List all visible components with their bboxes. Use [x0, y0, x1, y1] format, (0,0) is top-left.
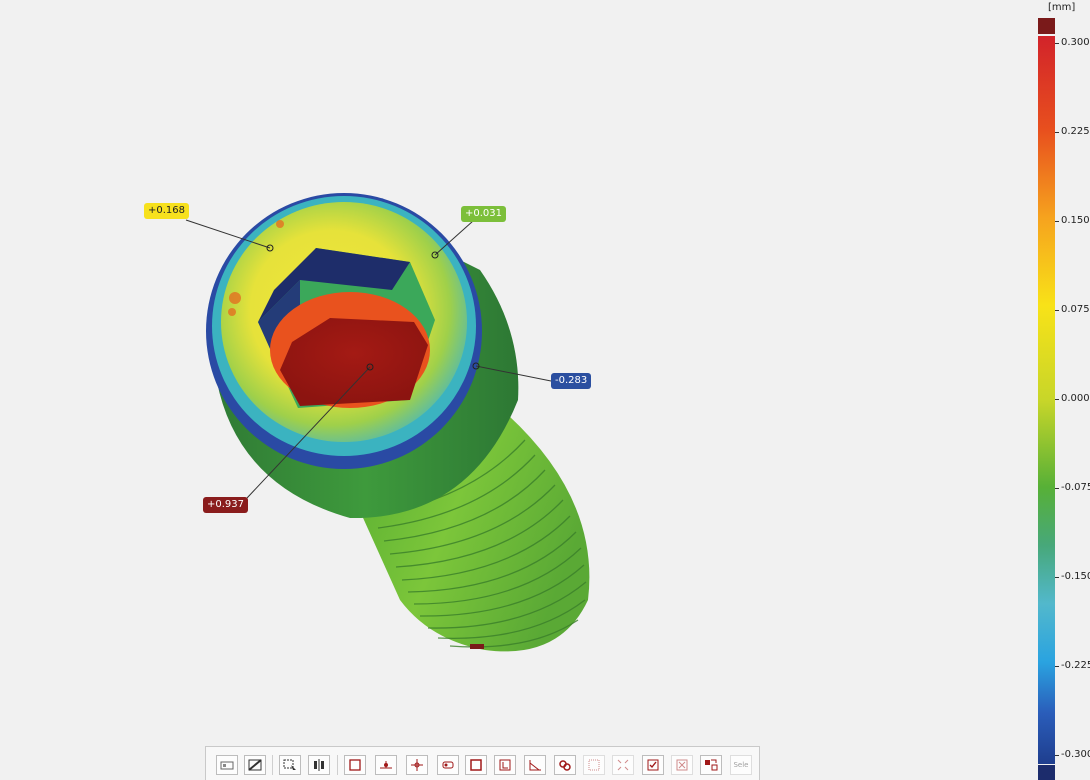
shrink-button[interactable]: [612, 755, 634, 775]
sele-label: Sele: [733, 761, 749, 769]
scale-tick-label: 0.225: [1061, 126, 1090, 137]
bolt-deviation-model[interactable]: [0, 0, 1030, 780]
close-button[interactable]: [671, 755, 693, 775]
color-scale-bar: [1038, 36, 1055, 764]
link-button[interactable]: [554, 755, 576, 775]
scale-tick: [1055, 221, 1059, 222]
select-icon: [283, 759, 296, 770]
circle-icon: [442, 761, 454, 769]
select-button[interactable]: [279, 755, 301, 775]
view-icon: [220, 761, 234, 770]
scale-tick-label: -0.150: [1061, 571, 1090, 582]
check-button[interactable]: [642, 755, 664, 775]
grid-button[interactable]: [583, 755, 605, 775]
angle-button[interactable]: [524, 755, 546, 775]
link-icon: [559, 760, 571, 771]
align-button[interactable]: [308, 755, 330, 775]
scale-tick: [1055, 755, 1059, 756]
merge-icon: [705, 759, 718, 771]
section-button[interactable]: [244, 755, 266, 775]
scale-tick: [1055, 666, 1059, 667]
deviation-label-green[interactable]: +0.031: [461, 206, 507, 222]
scale-tick-label: -0.225: [1061, 660, 1090, 671]
3d-viewport[interactable]: +0.168 +0.031 -0.283 +0.937: [0, 0, 1030, 780]
scale-over-swatch: [1038, 18, 1055, 34]
frame-icon: [470, 759, 482, 771]
corner-button[interactable]: [494, 755, 516, 775]
view-button[interactable]: [216, 755, 238, 775]
rectangle-icon: [349, 759, 361, 771]
thread-marker: [470, 644, 484, 649]
scale-tick-label: 0.300: [1061, 37, 1090, 48]
point-icon: [380, 761, 392, 769]
corner-icon: [499, 759, 511, 771]
shrink-icon: [617, 759, 629, 771]
angle-icon: [529, 760, 541, 771]
scale-tick: [1055, 488, 1059, 489]
close-icon: [676, 759, 688, 771]
align-icon: [314, 759, 324, 771]
scale-unit-label: [mm]: [1048, 2, 1076, 13]
scale-tick-label: 0.075: [1061, 304, 1090, 315]
cross-icon: [411, 759, 423, 771]
scale-tick: [1055, 310, 1059, 311]
merge-button[interactable]: [700, 755, 722, 775]
circle-button[interactable]: [437, 755, 459, 775]
deviation-label-red[interactable]: +0.937: [203, 497, 249, 513]
scale-tick-label: 0.150: [1061, 215, 1090, 226]
check-icon: [647, 759, 659, 771]
scale-under-swatch: [1038, 765, 1055, 780]
sele-button[interactable]: Sele: [730, 755, 752, 775]
grid-icon: [588, 759, 600, 771]
scale-tick: [1055, 577, 1059, 578]
scale-tick-label: 0.000: [1061, 393, 1090, 404]
deviation-label-blue[interactable]: -0.283: [551, 373, 592, 389]
cross-button[interactable]: [406, 755, 428, 775]
scale-tick: [1055, 399, 1059, 400]
frame-button[interactable]: [465, 755, 487, 775]
scale-tick-label: -0.300: [1061, 749, 1090, 760]
scale-tick: [1055, 43, 1059, 44]
bottom-toolbar: Sele: [205, 746, 760, 780]
section-icon: [248, 759, 262, 771]
scale-tick-label: -0.075: [1061, 482, 1090, 493]
deviation-label-yellow[interactable]: +0.168: [144, 203, 190, 219]
rectangle-button[interactable]: [344, 755, 366, 775]
scale-tick: [1055, 132, 1059, 133]
point-button[interactable]: [375, 755, 397, 775]
